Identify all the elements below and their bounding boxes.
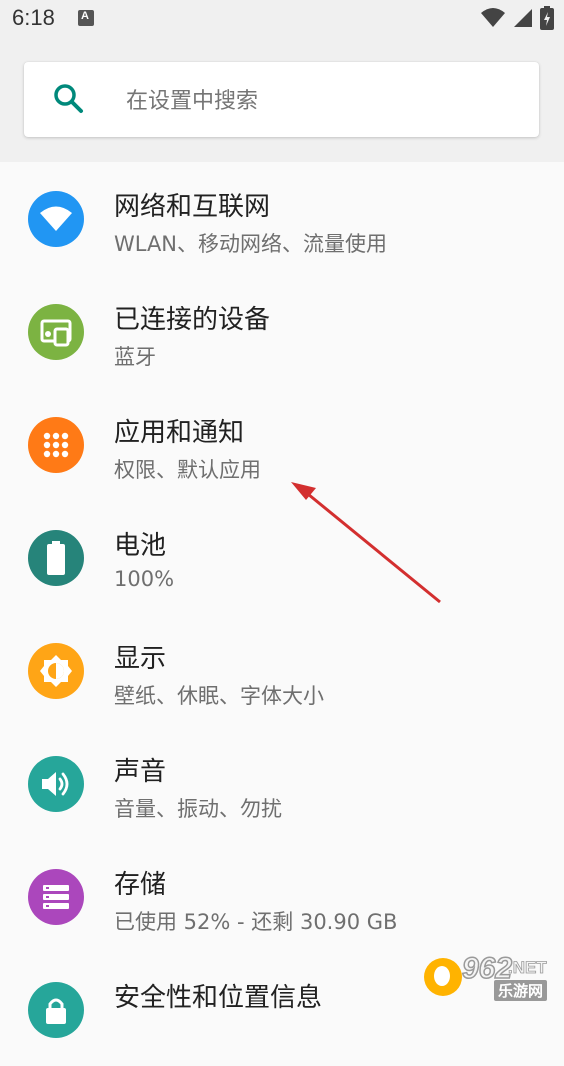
search-area: [0, 38, 564, 162]
search-input[interactable]: [124, 80, 508, 122]
item-subtitle: 权限、默认应用: [114, 458, 261, 482]
wifi-icon: [28, 191, 84, 247]
settings-item-connected-devices[interactable]: 已连接的设备 蓝牙: [0, 275, 564, 388]
item-subtitle: 音量、振动、勿扰: [114, 797, 282, 821]
item-subtitle: 已使用 52% - 还剩 30.90 GB: [114, 910, 398, 934]
cellular-signal-icon: [514, 9, 532, 27]
settings-item-battery[interactable]: 电池 100%: [0, 501, 564, 614]
item-title: 网络和互联网: [114, 192, 271, 222]
item-subtitle: 100%: [114, 567, 175, 591]
item-subtitle: 蓝牙: [114, 345, 156, 369]
settings-list: 网络和互联网 WLAN、移动网络、流量使用 已连接的设备 蓝牙 应用和通知 权限: [0, 162, 564, 1066]
brightness-icon: [28, 643, 84, 699]
item-title: 显示: [114, 644, 167, 674]
wifi-icon: [481, 8, 505, 27]
settings-item-network[interactable]: 网络和互联网 WLAN、移动网络、流量使用: [0, 162, 564, 275]
storage-icon: [28, 869, 84, 925]
a-badge-icon: [78, 10, 94, 26]
settings-item-sound[interactable]: 声音 音量、振动、勿扰: [0, 727, 564, 840]
status-time: 6:18: [12, 5, 55, 30]
watermark-site: 乐游网: [494, 980, 548, 1001]
settings-item-display[interactable]: 显示 壁纸、休眠、字体大小: [0, 614, 564, 727]
item-title: 存储: [114, 870, 167, 900]
item-subtitle: WLAN、移动网络、流量使用: [114, 232, 388, 256]
battery-icon: [28, 530, 84, 586]
search-icon[interactable]: [52, 82, 86, 116]
watermark-logo: 962 .NET 乐游网: [422, 951, 558, 1002]
search-bar[interactable]: [24, 62, 539, 137]
item-title: 声音: [114, 757, 167, 787]
devices-icon: [28, 304, 84, 360]
watermark-logo-icon: [424, 958, 462, 996]
status-icons: [480, 6, 554, 30]
item-subtitle: 壁纸、休眠、字体大小: [114, 684, 324, 708]
status-bar: 6:18: [0, 0, 564, 38]
settings-item-storage[interactable]: 存储 已使用 52% - 还剩 30.90 GB: [0, 840, 564, 953]
volume-icon: [28, 756, 84, 812]
item-title: 已连接的设备: [114, 305, 271, 335]
watermark-suffix: .NET: [508, 958, 548, 978]
apps-grid-icon: [28, 417, 84, 473]
lock-icon: [28, 982, 84, 1038]
item-title: 应用和通知: [114, 418, 245, 448]
battery-charging-icon: [540, 6, 554, 30]
item-title: 安全性和位置信息: [114, 983, 323, 1013]
item-title: 电池: [114, 531, 167, 561]
settings-item-apps-notifications[interactable]: 应用和通知 权限、默认应用: [0, 388, 564, 501]
